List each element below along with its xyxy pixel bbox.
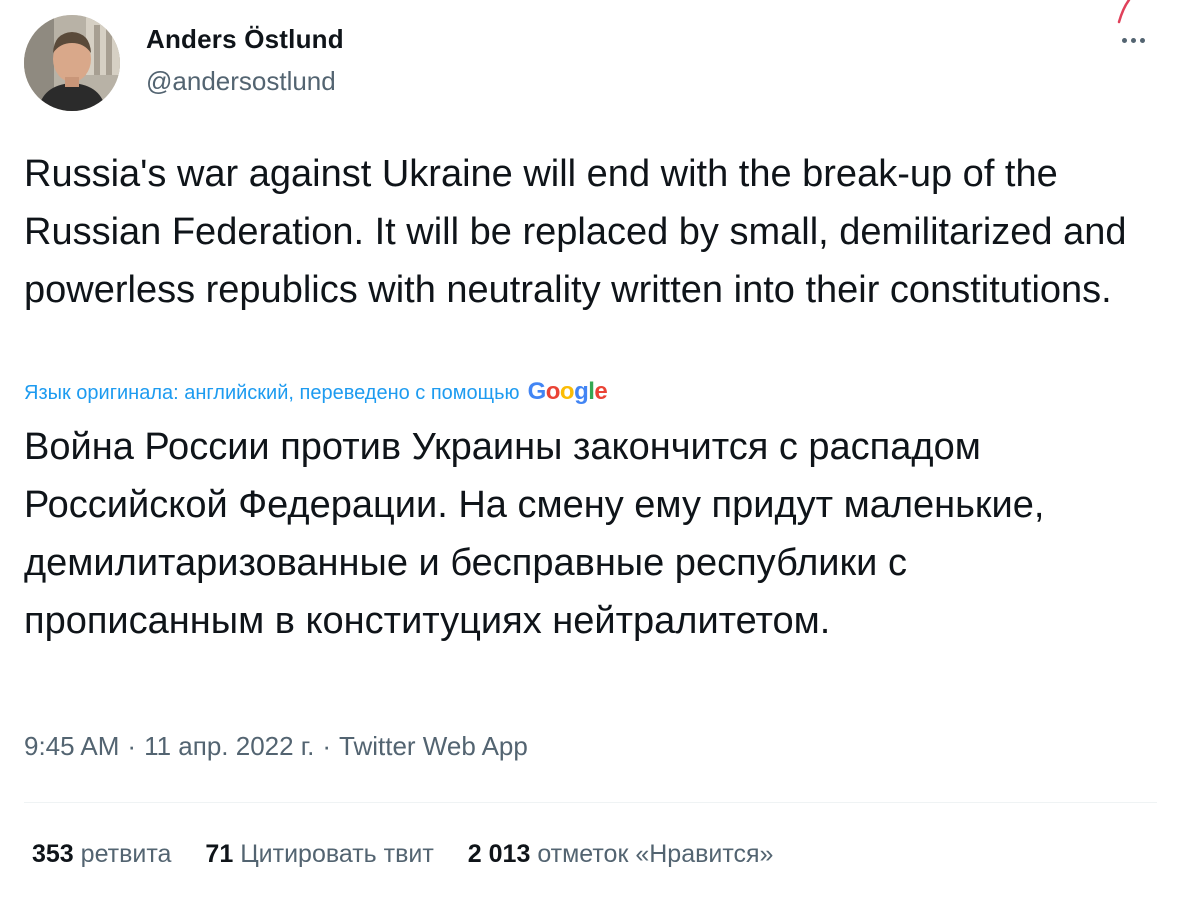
quotes-stat[interactable]: 71 Цитировать твит [205,840,433,869]
google-logo: Google [527,378,608,405]
annotation-mark [1117,0,1131,24]
author-name[interactable]: Anders Östlund [146,24,344,55]
tweet-date[interactable]: 11 апр. 2022 г. [144,731,314,762]
tweet-source[interactable]: Twitter Web App [339,731,528,762]
more-options-button[interactable] [1113,28,1153,52]
author-handle[interactable]: @andersostlund [146,66,336,97]
divider [24,802,1157,803]
likes-stat[interactable]: 2 013 отметок «Нравится» [468,840,774,869]
tweet-time[interactable]: 9:45 AM [24,731,119,762]
meta-separator: · [322,731,332,761]
retweets-stat[interactable]: 353 ретвита [32,840,171,869]
quotes-count: 71 [205,840,234,868]
avatar[interactable] [24,15,120,111]
retweets-count: 353 [32,840,74,868]
tweet-text: Russia's war against Ukraine will end wi… [24,153,1127,311]
quotes-label: Цитировать твит [240,840,434,868]
avatar-photo [24,15,120,111]
tweet-meta: 9:45 AM · 11 апр. 2022 г. · Twitter Web … [24,731,528,762]
more-horizontal-icon [1121,37,1145,43]
translation-note-text: Язык оригинала: английский, переведено с… [24,382,520,404]
likes-label: отметок «Нравится» [537,840,774,868]
tweet-stats: 353 ретвита 71 Цитировать твит 2 013 отм… [32,840,773,869]
retweets-label: ретвита [80,840,172,868]
translated-tweet-text: Война России против Украины закончится с… [24,426,1045,642]
likes-count: 2 013 [467,840,531,868]
translation-note[interactable]: Язык оригинала: английский, переведено с… [24,378,608,406]
meta-separator: · [127,731,137,761]
